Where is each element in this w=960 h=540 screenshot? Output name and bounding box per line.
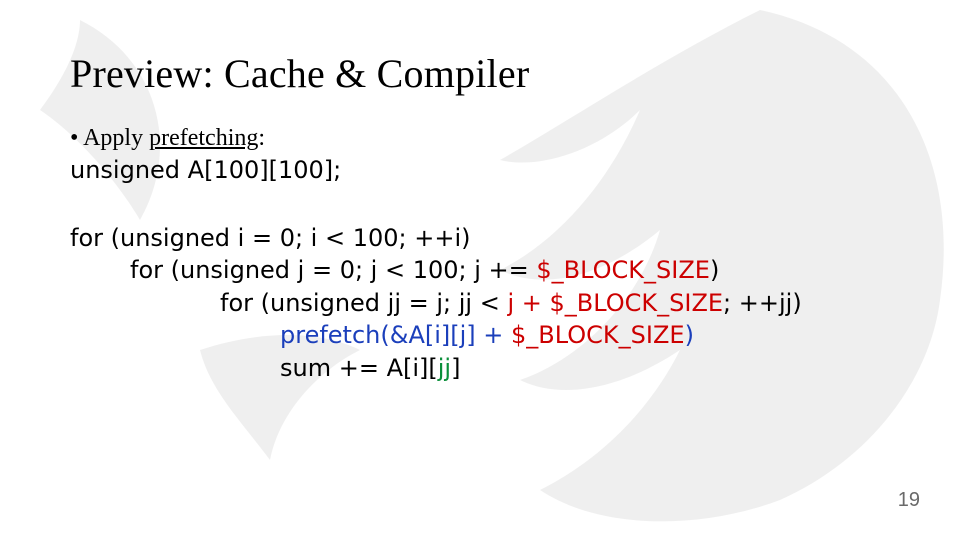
bullet-text-suffix: : [258, 125, 265, 151]
code-text: ) [710, 256, 719, 284]
page-number: 19 [898, 489, 920, 512]
slide-title: Preview: Cache & Compiler [70, 50, 890, 97]
code-line-prefetch: prefetch(&A[i][j] + $_BLOCK_SIZE) [70, 319, 890, 351]
code-highlight-prefetch: prefetch(&A[i][j] + [280, 321, 511, 349]
code-line-outer-loop: for (unsigned i = 0; i < 100; ++i) [70, 222, 890, 254]
code-highlight-block-size: $_BLOCK_SIZE [536, 256, 710, 284]
code-text: sum += A[i][ [280, 354, 438, 382]
code-text: ; ++jj) [723, 289, 802, 317]
bullet-key-term: prefetching [149, 125, 258, 151]
code-text: ] [451, 354, 460, 382]
code-highlight-block-size: $_BLOCK_SIZE [511, 321, 685, 349]
bullet-apply-prefetching: • Apply prefetching: [70, 125, 890, 152]
code-highlight-jj: jj [438, 354, 451, 382]
code-line-inner-loop: for (unsigned jj = j; jj < j + $_BLOCK_S… [70, 287, 890, 319]
code-line-middle-loop: for (unsigned j = 0; j < 100; j += $_BLO… [70, 254, 890, 286]
code-block: for (unsigned i = 0; i < 100; ++i) for (… [70, 222, 890, 384]
code-highlight-prefetch-close: ) [685, 321, 694, 349]
slide-body: Preview: Cache & Compiler • Apply prefet… [0, 0, 960, 540]
bullet-text-prefix: • Apply [70, 125, 149, 151]
code-text: for (unsigned j = 0; j < 100; j += [130, 256, 536, 284]
code-text: for (unsigned jj = j; jj < [220, 289, 507, 317]
code-line-sum: sum += A[i][jj] [70, 352, 890, 384]
array-declaration: unsigned A[100][100]; [70, 156, 890, 184]
code-highlight-bound: j + $_BLOCK_SIZE [507, 289, 723, 317]
